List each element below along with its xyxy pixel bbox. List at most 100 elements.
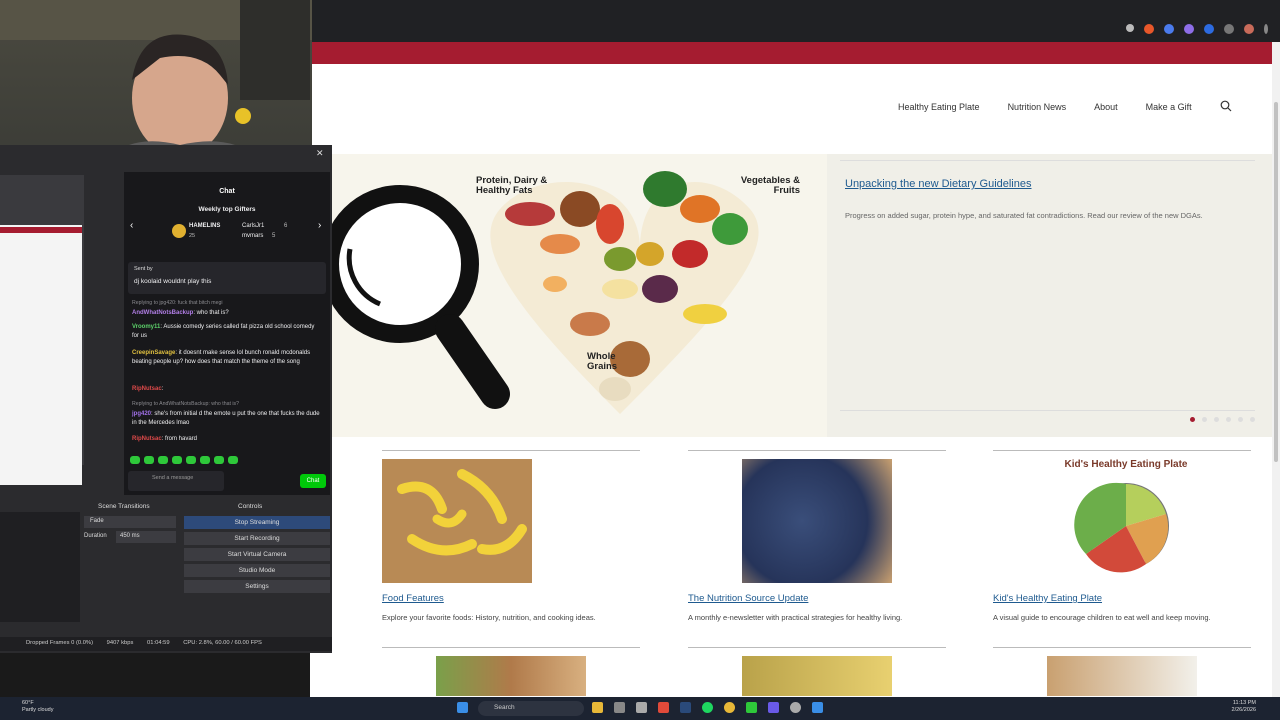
nav-healthy-eating-plate[interactable]: Healthy Eating Plate: [898, 102, 980, 112]
chrome-icon[interactable]: [724, 702, 735, 713]
chat-message: RipNutsac:: [132, 386, 164, 392]
card-row2-2[interactable]: [688, 647, 946, 696]
blueberries-image[interactable]: [742, 459, 892, 583]
card-description: A visual guide to encourage children to …: [993, 613, 1211, 622]
chat-input[interactable]: Send a message: [128, 471, 224, 491]
card-row2-1[interactable]: [382, 647, 640, 696]
pinned-sent-by: Sent by: [134, 266, 153, 272]
brave-icon[interactable]: [658, 702, 669, 713]
hero-article-link[interactable]: Unpacking the new Dietary Guidelines: [845, 178, 1032, 190]
settings-button[interactable]: Settings: [184, 580, 330, 593]
start-recording-button[interactable]: Start Recording: [184, 532, 330, 545]
studio-mode-button[interactable]: Studio Mode: [184, 564, 330, 577]
stream-time: 01:04:59: [147, 640, 170, 646]
carousel-dot[interactable]: [1250, 417, 1255, 422]
clock[interactable]: 11:13 PM 2/26/2026: [1232, 700, 1256, 714]
carousel-dot[interactable]: [1214, 417, 1219, 422]
transition-select[interactable]: Fade: [84, 516, 176, 528]
screen: Healthy Eating Plate Nutrition News Abou…: [0, 0, 1280, 720]
chat-message: AndWhatNotsBackup: who that is?: [132, 310, 229, 316]
dropped-frames: Dropped Frames 0 (0.0%): [26, 640, 94, 646]
search-icon[interactable]: [1220, 100, 1232, 112]
bookmark-star-icon[interactable]: [1126, 24, 1134, 32]
card-title[interactable]: Kid's Healthy Eating Plate: [993, 593, 1253, 604]
site-nav: Healthy Eating Plate Nutrition News Abou…: [898, 102, 1192, 112]
divider: [840, 410, 1255, 411]
page-scrollbar[interactable]: [1272, 42, 1280, 697]
start-icon[interactable]: [457, 702, 468, 713]
taskbar-search[interactable]: Search: [478, 701, 584, 716]
card-title[interactable]: Food Features: [382, 593, 642, 604]
card-kids-plate[interactable]: Kid's Healthy Eating Plate Kid's Healthy…: [993, 450, 1253, 622]
bananas-image[interactable]: [382, 459, 532, 583]
duration-input[interactable]: 450 ms: [116, 531, 176, 543]
stop-streaming-button[interactable]: Stop Streaming: [184, 516, 330, 529]
chat-message: RipNutsac: from havard: [132, 436, 198, 442]
card-description: Explore your favorite foods: History, nu…: [382, 613, 596, 622]
chat-reply-note: Replying to jpg420: fuck that bitch megi: [132, 300, 223, 306]
card-description: A monthly e-newsletter with practical st…: [688, 613, 903, 622]
taskbar: 60°F Partly cloudy Search 11:13 PM 2/26/…: [0, 697, 1280, 720]
menu-dots-icon[interactable]: [1264, 24, 1268, 34]
extension-icon[interactable]: [1164, 24, 1174, 34]
app-icon[interactable]: [746, 702, 757, 713]
card-food-features[interactable]: Food Features Explore your favorite food…: [382, 450, 642, 622]
carousel-dot[interactable]: [1238, 417, 1243, 422]
obs-status-bar: Dropped Frames 0 (0.0%) 9407 kbps 01:04:…: [0, 637, 332, 651]
profile-avatar[interactable]: [1244, 24, 1254, 34]
gifters-title: Weekly top Gifters: [198, 206, 256, 213]
nav-nutrition-news[interactable]: Nutrition News: [1008, 102, 1067, 112]
chat-message: CreepinSavage: it doesnt make sense lol …: [132, 350, 311, 365]
extension-icon[interactable]: [1224, 24, 1234, 34]
carousel-dot[interactable]: [1226, 417, 1231, 422]
gifter-name: CarlsJr1: [242, 223, 265, 229]
chat-message: jpg420: she's from initial d the emote u…: [132, 411, 320, 426]
gifter-count: 25: [189, 233, 196, 239]
steam-icon[interactable]: [680, 702, 691, 713]
duration-label: Duration: [84, 533, 107, 539]
carousel-dot[interactable]: [1202, 417, 1207, 422]
chat-reply-note: Replying to AndWhatNotsBackup: who that …: [132, 401, 239, 407]
carousel-dots[interactable]: [1190, 417, 1255, 422]
carousel-dot[interactable]: [1190, 417, 1195, 422]
start-virtual-camera-button[interactable]: Start Virtual Camera: [184, 548, 330, 561]
app-icon[interactable]: [812, 702, 823, 713]
close-icon[interactable]: ✕: [316, 148, 324, 159]
crown-badge: [172, 224, 186, 238]
nav-make-a-gift[interactable]: Make a Gift: [1146, 102, 1192, 112]
obs-icon[interactable]: [790, 702, 801, 713]
hero-description: Progress on added sugar, protein hype, a…: [845, 211, 1203, 220]
bitrate: 9407 kbps: [106, 640, 134, 646]
website: Healthy Eating Plate Nutrition News Abou…: [310, 42, 1272, 697]
weather-widget[interactable]: 60°F Partly cloudy: [8, 700, 54, 714]
app-icon[interactable]: [614, 702, 625, 713]
twitch-chat: Chat Weekly top Gifters ‹ › HAMELINS 25 …: [124, 172, 330, 495]
card-nutrition-update[interactable]: The Nutrition Source Update A monthly e-…: [688, 450, 948, 622]
kids-plate-image[interactable]: Kid's Healthy Eating Plate: [1051, 459, 1201, 583]
settings-icon[interactable]: [636, 702, 647, 713]
chat-message: Vroomy11: Aussie comedy series called fa…: [132, 324, 315, 339]
hero-image[interactable]: Protein, Dairy & Healthy Fats Vegetables…: [310, 154, 827, 437]
emote-bar[interactable]: [130, 456, 238, 464]
spotify-icon[interactable]: [702, 702, 713, 713]
obs-preview: [0, 175, 84, 485]
pinned-message[interactable]: Sent by dj koolaid wouldnt play this: [128, 262, 326, 294]
discord-icon[interactable]: [768, 702, 779, 713]
gifter-count: 6: [284, 223, 288, 229]
chat-send-button[interactable]: Chat: [300, 474, 326, 488]
controls-title: Controls: [238, 503, 263, 510]
cpu-fps: CPU: 2.8%, 60.00 / 60.00 FPS: [183, 640, 262, 646]
chevron-left-icon[interactable]: ‹: [130, 220, 133, 231]
card-title[interactable]: The Nutrition Source Update: [688, 593, 948, 604]
scenes-list: [0, 512, 80, 622]
nav-about[interactable]: About: [1094, 102, 1118, 112]
extension-icon[interactable]: [1204, 24, 1214, 34]
gifter-count: 5: [272, 233, 276, 239]
file-explorer-icon[interactable]: [592, 702, 603, 713]
extension-icon[interactable]: [1184, 24, 1194, 34]
extension-icon[interactable]: [1144, 24, 1154, 34]
scene-transitions-title: Scene Transitions: [98, 503, 150, 510]
card-row2-3[interactable]: [993, 647, 1251, 696]
chevron-right-icon[interactable]: ›: [318, 220, 321, 231]
label-whole-grains: Whole Grains: [587, 351, 618, 373]
